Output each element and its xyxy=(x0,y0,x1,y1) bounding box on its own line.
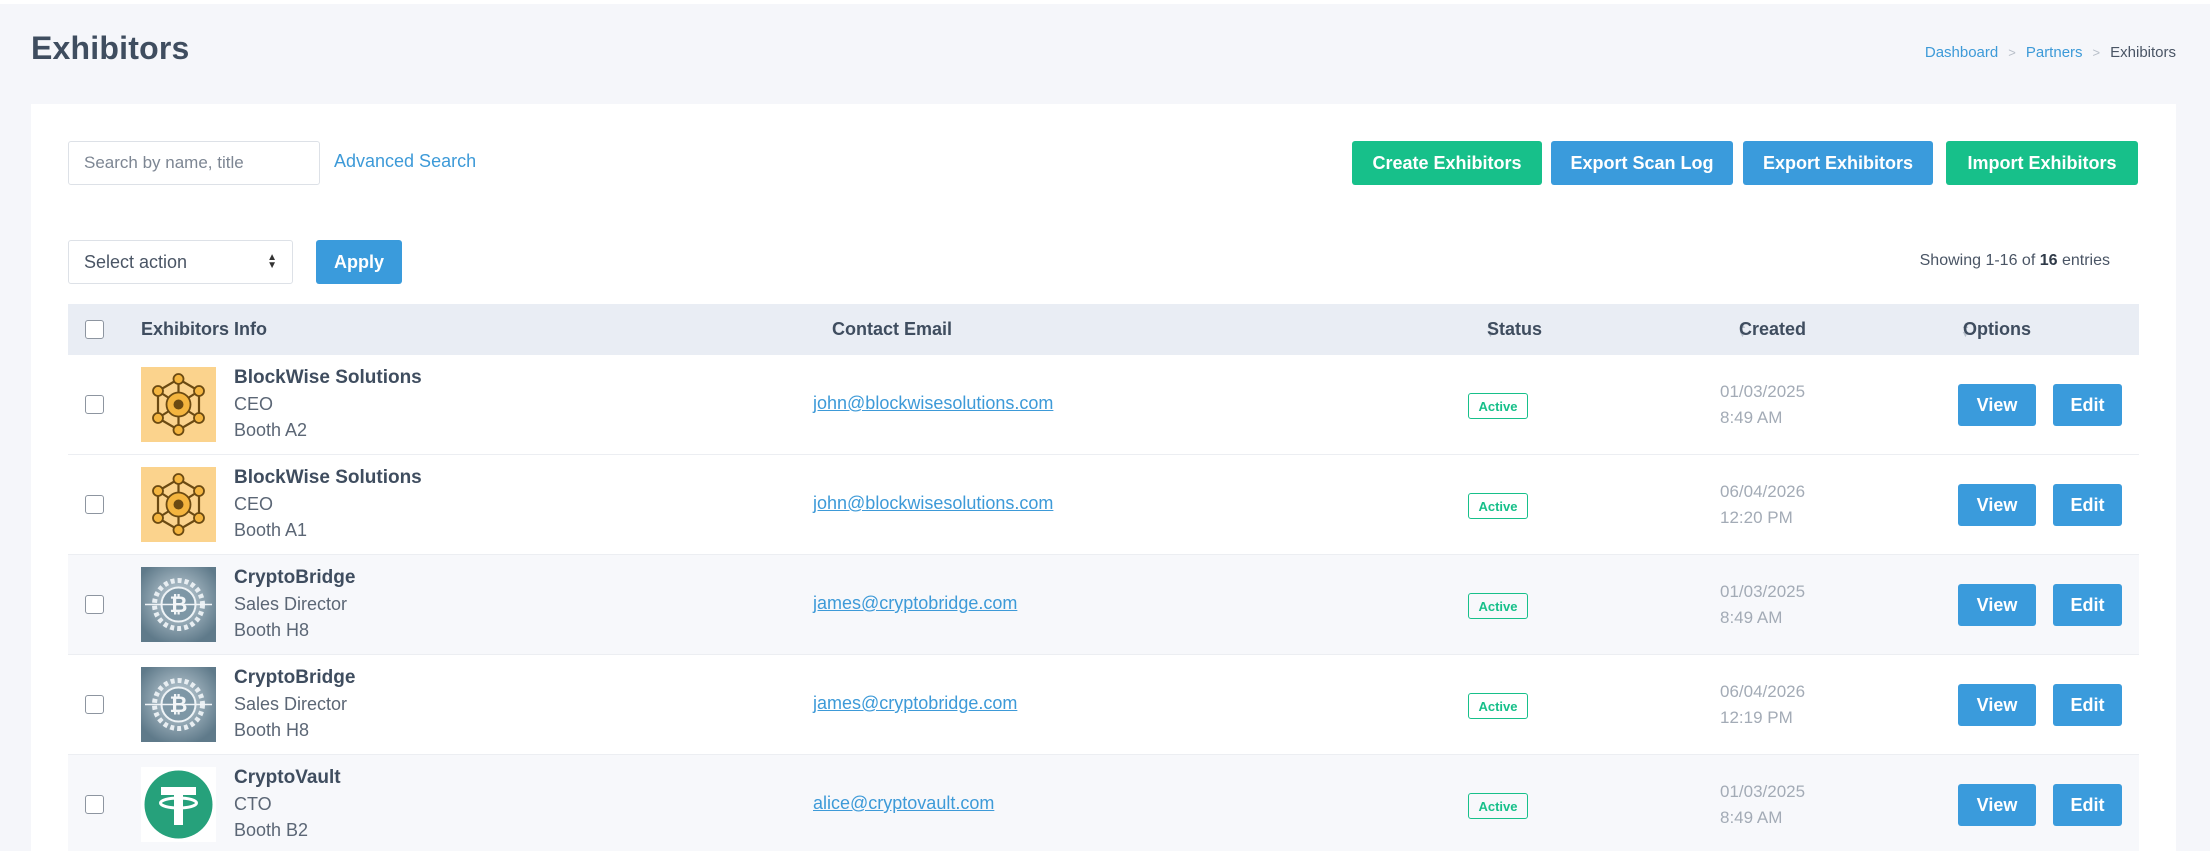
table-row: ₿ CryptoBridge Sales Director Booth H8 j… xyxy=(68,555,2139,655)
bitcoin-gear-icon: ₿ xyxy=(141,667,216,742)
svg-text:₿: ₿ xyxy=(170,693,188,718)
row-checkbox[interactable] xyxy=(85,395,104,414)
bulk-action-select[interactable]: Select action ▲ ▼ xyxy=(68,240,293,284)
created-date-day: 06/04/2026 xyxy=(1720,482,1806,501)
created-date: 01/03/2025 8:49 AM xyxy=(1720,779,1805,831)
status-badge: Active xyxy=(1468,393,1528,419)
bitcoin-gear-icon: ₿ xyxy=(141,567,216,642)
created-date: 01/03/2025 8:49 AM xyxy=(1720,379,1805,431)
table-row: ₿ CryptoBridge Sales Director Booth H8 j… xyxy=(68,655,2139,755)
view-button[interactable]: View xyxy=(1958,484,2036,526)
edit-button[interactable]: Edit xyxy=(2053,584,2122,626)
exhibitor-name: CryptoBridge xyxy=(234,567,356,588)
row-checkbox[interactable] xyxy=(85,795,104,814)
table-row: CryptoVault CTO Booth B2 alice@cryptovau… xyxy=(68,755,2139,851)
exhibitor-role: CEO xyxy=(234,494,274,514)
exhibitors-table: Exhibitors Info Contact Email ▲ ▼ Status … xyxy=(68,304,2139,851)
edit-button[interactable]: Edit xyxy=(2053,484,2122,526)
exhibitor-booth: Booth H8 xyxy=(234,620,310,640)
breadcrumb-dashboard[interactable]: Dashboard xyxy=(1925,44,1998,61)
table-row: BlockWise Solutions CEO Booth A1 john@bl… xyxy=(68,455,2139,555)
exhibitor-role: CEO xyxy=(234,394,274,414)
edit-button[interactable]: Edit xyxy=(2053,684,2122,726)
column-header-info: Exhibitors Info xyxy=(141,319,267,339)
view-button[interactable]: View xyxy=(1958,384,2036,426)
entries-suffix: entries xyxy=(2061,252,2110,269)
created-date-time: 12:19 PM xyxy=(1720,708,1793,727)
row-checkbox[interactable] xyxy=(85,695,104,714)
created-date-time: 8:49 AM xyxy=(1720,608,1783,627)
edit-button[interactable]: Edit xyxy=(2053,784,2122,826)
table-row: BlockWise Solutions CEO Booth A2 john@bl… xyxy=(68,355,2139,455)
exhibitor-name: BlockWise Solutions xyxy=(234,467,422,488)
status-badge: Active xyxy=(1468,793,1528,819)
entries-total: 16 xyxy=(2039,252,2058,269)
breadcrumb-separator: > xyxy=(2092,45,2101,60)
exhibitor-role: Sales Director xyxy=(234,594,348,614)
created-date-day: 01/03/2025 xyxy=(1720,382,1806,401)
exhibitor-name: CryptoVault xyxy=(234,767,341,788)
export-scan-log-button[interactable]: Export Scan Log xyxy=(1551,141,1733,185)
select-all-checkbox[interactable] xyxy=(85,320,104,339)
blockchain-network-icon xyxy=(141,367,216,442)
breadcrumb: Dashboard > Partners > Exhibitors xyxy=(1925,44,2176,61)
contact-email-link[interactable]: james@cryptobridge.com xyxy=(813,693,1017,714)
column-header-options: Options xyxy=(1963,319,2031,339)
breadcrumb-separator: > xyxy=(2008,45,2016,60)
entries-count: Showing 1-16 of 16 entries xyxy=(1920,252,2110,270)
exhibitor-name: CryptoBridge xyxy=(234,667,356,688)
blockchain-network-icon xyxy=(141,467,216,542)
column-header-created[interactable]: Created xyxy=(1739,304,1806,355)
exhibitor-booth: Booth A1 xyxy=(234,520,308,540)
view-button[interactable]: View xyxy=(1958,584,2036,626)
column-header-email[interactable]: Contact Email xyxy=(832,304,952,355)
created-date: 06/04/2026 12:19 PM xyxy=(1720,679,1805,731)
exhibitor-booth: Booth A2 xyxy=(234,420,308,440)
column-header-status[interactable]: Status xyxy=(1487,304,1542,355)
created-date-day: 06/04/2026 xyxy=(1720,682,1806,701)
created-date: 06/04/2026 12:20 PM xyxy=(1720,479,1805,531)
row-checkbox[interactable] xyxy=(85,495,104,514)
svg-text:₿: ₿ xyxy=(170,593,188,618)
created-date-time: 8:49 AM xyxy=(1720,808,1783,827)
status-badge: Active xyxy=(1468,493,1528,519)
export-exhibitors-button[interactable]: Export Exhibitors xyxy=(1743,141,1933,185)
status-badge: Active xyxy=(1468,593,1528,619)
bulk-action-select-value: Select action xyxy=(84,251,188,272)
advanced-search-link[interactable]: Advanced Search xyxy=(334,151,476,172)
breadcrumb-current: Exhibitors xyxy=(2110,44,2176,61)
search-input[interactable] xyxy=(68,141,320,185)
row-checkbox[interactable] xyxy=(85,595,104,614)
top-strip xyxy=(0,0,2210,4)
exhibitor-name: BlockWise Solutions xyxy=(234,367,422,388)
create-exhibitors-button[interactable]: Create Exhibitors xyxy=(1352,141,1542,185)
contact-email-link[interactable]: alice@cryptovault.com xyxy=(813,793,994,814)
tether-icon xyxy=(141,767,216,842)
view-button[interactable]: View xyxy=(1958,684,2036,726)
exhibitor-booth: Booth B2 xyxy=(234,820,309,840)
select-caret-icon: ▲ ▼ xyxy=(267,252,277,271)
exhibitors-card: Advanced Search Create Exhibitors Export… xyxy=(31,104,2176,851)
created-date: 01/03/2025 8:49 AM xyxy=(1720,579,1805,631)
exhibitor-role: Sales Director xyxy=(234,694,348,714)
table-header: Exhibitors Info Contact Email ▲ ▼ Status … xyxy=(68,304,2139,355)
status-badge: Active xyxy=(1468,693,1528,719)
created-date-day: 01/03/2025 xyxy=(1720,782,1806,801)
breadcrumb-partners[interactable]: Partners xyxy=(2026,44,2083,61)
created-date-time: 8:49 AM xyxy=(1720,408,1783,427)
page-title: Exhibitors xyxy=(31,30,190,66)
contact-email-link[interactable]: james@cryptobridge.com xyxy=(813,593,1017,614)
exhibitor-role: CTO xyxy=(234,794,272,814)
created-date-day: 01/03/2025 xyxy=(1720,582,1806,601)
entries-prefix: Showing 1-16 of xyxy=(1919,252,2036,269)
import-exhibitors-button[interactable]: Import Exhibitors xyxy=(1946,141,2138,185)
edit-button[interactable]: Edit xyxy=(2053,384,2122,426)
created-date-time: 12:20 PM xyxy=(1720,508,1793,527)
exhibitor-booth: Booth H8 xyxy=(234,720,310,740)
contact-email-link[interactable]: john@blockwisesolutions.com xyxy=(813,393,1053,414)
contact-email-link[interactable]: john@blockwisesolutions.com xyxy=(813,493,1053,514)
view-button[interactable]: View xyxy=(1958,784,2036,826)
apply-button[interactable]: Apply xyxy=(316,240,402,284)
